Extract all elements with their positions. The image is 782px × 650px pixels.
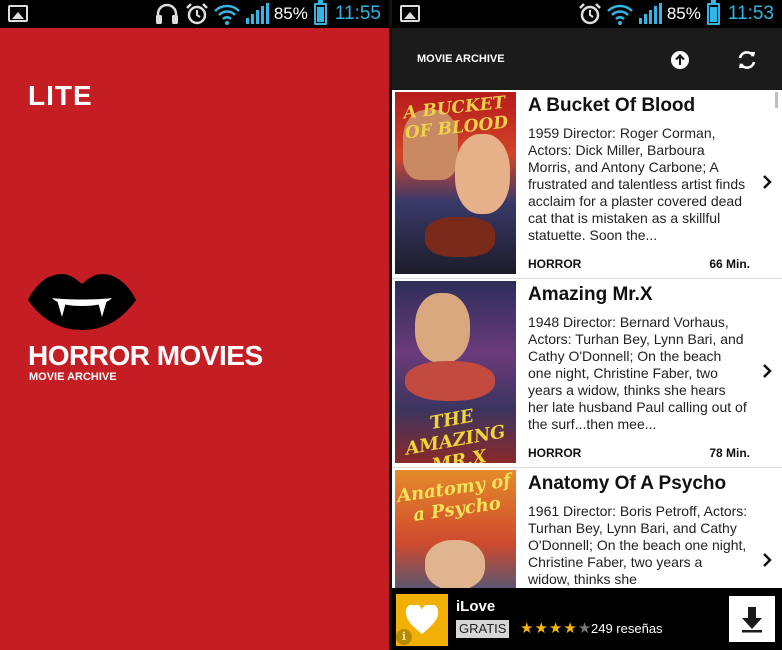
movie-title: Anatomy Of A Psycho [528,473,727,494]
movie-poster: Anatomy of a Psycho [395,470,516,588]
movie-description: 1948 Director: Bernard Vorhaus, Actors: … [528,314,747,432]
star-filled-icon: ★ [548,620,564,637]
ad-review-count: 249 reseñas [591,621,663,636]
movie-genre: HORROR [528,257,582,271]
battery-percentage: 85% [666,4,701,23]
movie-poster: A BUCKET OF BLOOD [395,92,516,274]
status-time: 11:55 [334,3,381,24]
action-bar-title: MOVIE ARCHIVE [417,53,505,65]
action-bar: MOVIE ARCHIVE [392,28,782,90]
movie-list[interactable]: A BUCKET OF BLOOD A Bucket Of Blood 1959… [392,90,782,588]
chevron-right-icon[interactable] [762,552,772,568]
alarm-clock-icon [184,2,210,26]
status-bar: 85% 11:53 [392,0,782,28]
movie-title: A Bucket Of Blood [528,95,696,116]
gallery-notification-icon [400,5,420,22]
alarm-clock-icon [577,2,603,26]
chevron-right-icon[interactable] [762,174,772,190]
signal-strength-icon [637,2,663,26]
status-bar: 85% 11:55 [0,0,389,28]
movie-description: 1961 Director: Boris Petroff, Actors: Tu… [528,503,748,587]
star-filled-icon: ★ [563,620,578,637]
ad-price-badge: GRATIS [456,620,510,638]
movie-list-item[interactable]: A BUCKET OF BLOOD A Bucket Of Blood 1959… [392,90,782,279]
ad-rating-stars: ★★★★★ [520,619,592,637]
wifi-icon [213,2,240,26]
download-arrow-icon[interactable] [729,596,775,642]
app-subtitle: MOVIE ARCHIVE [29,371,117,383]
battery-percentage: 85% [273,4,308,23]
movie-length: 78 Min. [709,446,750,460]
movie-genre: HORROR [528,446,582,460]
headphones-icon [154,2,180,26]
movie-list-screen: 85% 11:53 MOVIE ARCHIVE A BUCKET OF BLOO… [392,0,782,650]
movie-list-item[interactable]: Anatomy of a Psycho Anatomy Of A Psycho … [392,468,782,588]
status-time: 11:53 [727,3,774,24]
gallery-notification-icon [8,5,28,22]
arrow-up-circle-icon[interactable] [669,49,691,71]
wifi-icon [606,2,633,26]
movie-description: 1959 Director: Roger Corman, Actors: Dic… [528,125,746,243]
movie-title: Amazing Mr.X [528,284,653,305]
refresh-icon[interactable] [736,49,758,71]
star-filled-icon: ★ [534,620,549,637]
star-filled-icon: ★ [520,620,535,637]
lite-badge: LITE [28,80,93,111]
ad-app-name: iLove [456,598,496,615]
signal-strength-icon [244,2,270,26]
app-title: HORROR MOVIES [28,340,263,371]
movie-length: 66 Min. [709,257,750,271]
vampire-lips-icon [26,270,138,334]
battery-icon [706,0,720,25]
battery-icon [313,0,327,25]
ad-banner[interactable]: i iLove GRATIS ★★★★★ 249 reseñas [392,588,782,650]
movie-poster: THE AMAZING MR.X [395,281,516,463]
movie-list-item[interactable]: THE AMAZING MR.X Amazing Mr.X 1948 Direc… [392,279,782,468]
chevron-right-icon[interactable] [762,363,772,379]
splash-screen: 85% 11:55 LITE HORROR MOVIES MOVIE ARCHI… [0,0,389,650]
scrollbar[interactable] [775,92,778,108]
info-icon[interactable]: i [396,629,412,645]
